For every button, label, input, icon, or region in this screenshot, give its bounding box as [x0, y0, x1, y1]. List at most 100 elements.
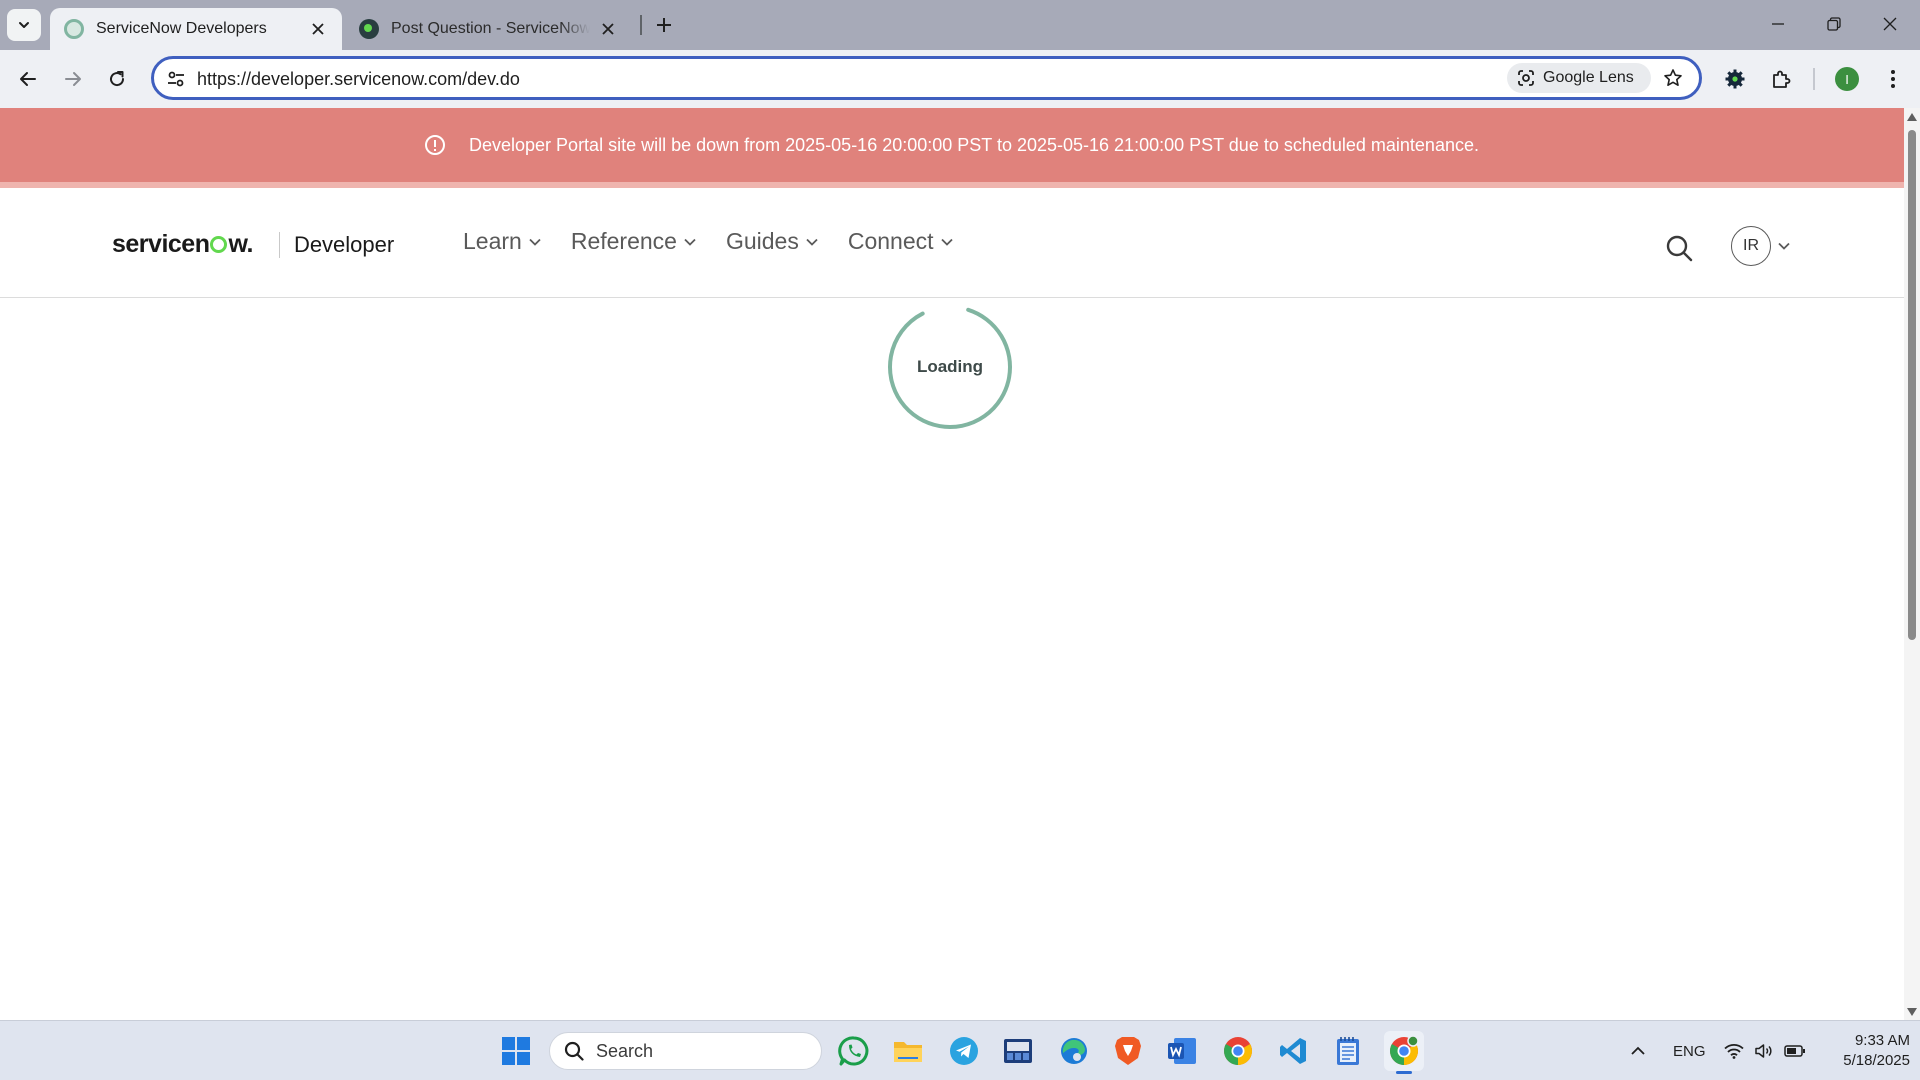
nav-item-reference[interactable]: Reference	[571, 228, 696, 255]
tab-close-button[interactable]	[308, 19, 328, 39]
plus-icon	[657, 18, 671, 32]
chevron-down-icon	[1778, 242, 1790, 250]
chevron-down-icon	[684, 238, 696, 246]
taskbar-app-chrome-profile[interactable]	[1384, 1031, 1424, 1074]
servicenow-logo[interactable]: servicen w.	[112, 230, 253, 259]
language-indicator[interactable]: ENG	[1673, 1021, 1706, 1080]
extension-button[interactable]	[1719, 63, 1751, 95]
tab-servicenow-developers[interactable]: ServiceNow Developers	[50, 8, 342, 50]
servicenow-community-favicon-icon	[359, 19, 379, 39]
page-scrollbar[interactable]	[1904, 108, 1920, 1020]
chevron-down-icon	[19, 22, 29, 28]
forward-button[interactable]	[57, 63, 89, 95]
servicenow-favicon-icon	[64, 19, 84, 39]
taskbar-app-dev-community[interactable]	[998, 1031, 1038, 1071]
star-icon	[1664, 69, 1682, 86]
show-hidden-icons-button[interactable]	[1630, 1021, 1646, 1080]
google-lens-label: Google Lens	[1543, 69, 1634, 86]
tab-separator	[640, 15, 642, 35]
taskbar-app-whatsapp[interactable]	[834, 1031, 874, 1071]
avatar: I	[1835, 67, 1859, 91]
chevron-up-icon	[1631, 1046, 1645, 1055]
reload-button[interactable]	[101, 63, 133, 95]
wifi-icon	[1724, 1044, 1744, 1059]
site-info-button[interactable]	[163, 66, 189, 92]
taskbar-search-box[interactable]: Search	[549, 1032, 822, 1070]
chrome-icon	[1390, 1035, 1419, 1065]
extensions-button[interactable]	[1765, 63, 1797, 95]
new-tab-button[interactable]	[650, 11, 678, 39]
google-lens-button[interactable]: Google Lens	[1507, 63, 1651, 93]
restore-button[interactable]	[1806, 0, 1862, 48]
tab-search-button[interactable]	[7, 9, 41, 41]
toolbar-separator	[1813, 68, 1815, 90]
url-text[interactable]: https://developer.servicenow.com/dev.do	[197, 69, 520, 90]
puzzle-icon	[1773, 70, 1791, 88]
avatar[interactable]: IR	[1731, 226, 1771, 266]
site-search-button[interactable]	[1663, 232, 1695, 264]
address-bar[interactable]: https://developer.servicenow.com/dev.do …	[151, 56, 1702, 100]
arrow-left-icon	[20, 72, 36, 86]
nav-item-guides[interactable]: Guides	[726, 228, 818, 255]
back-button[interactable]	[12, 63, 44, 95]
taskbar-app-word[interactable]	[1162, 1031, 1202, 1071]
word-icon	[1168, 1038, 1196, 1064]
taskbar-app-vscode[interactable]	[1273, 1031, 1313, 1071]
loading-text: Loading	[916, 357, 984, 376]
taskbar-app-telegram[interactable]	[944, 1031, 984, 1071]
browser-menu-button[interactable]	[1877, 63, 1909, 95]
taskbar-search-placeholder: Search	[596, 1040, 654, 1061]
scroll-up-icon[interactable]	[1907, 113, 1917, 121]
close-icon	[1883, 17, 1897, 31]
taskbar-app-file-explorer[interactable]	[888, 1031, 928, 1071]
logo-o-icon	[210, 236, 228, 253]
close-window-button[interactable]	[1862, 0, 1918, 48]
taskbar-app-brave[interactable]	[1108, 1031, 1148, 1071]
search-icon	[564, 1041, 584, 1061]
dev-app-icon	[1004, 1039, 1032, 1063]
chevron-down-icon	[529, 238, 541, 246]
battery-status[interactable]	[1784, 1021, 1806, 1080]
gear-extension-icon	[1725, 69, 1745, 89]
start-button[interactable]	[496, 1031, 536, 1071]
taskbar-clock[interactable]: 9:33 AM 5/18/2025	[1810, 1031, 1910, 1071]
tab-post-question[interactable]: Post Question - ServiceNow Community	[345, 8, 632, 50]
profile-button[interactable]: I	[1831, 63, 1863, 95]
browser-toolbar: https://developer.servicenow.com/dev.do …	[0, 50, 1920, 108]
bookmark-button[interactable]	[1659, 64, 1687, 92]
google-lens-icon	[1518, 70, 1534, 86]
clock-time: 9:33 AM	[1854, 1032, 1910, 1049]
brand[interactable]: servicen w. Developer	[112, 230, 394, 259]
telegram-icon	[950, 1037, 978, 1065]
nav-item-learn[interactable]: Learn	[463, 228, 541, 255]
main-nav: Learn Reference Guides Connect	[463, 228, 983, 255]
user-menu[interactable]: IR	[1731, 226, 1790, 266]
nav-item-connect[interactable]: Connect	[848, 228, 953, 255]
brand-section-title[interactable]: Developer	[294, 232, 394, 258]
scroll-down-icon[interactable]	[1907, 1008, 1917, 1016]
taskbar-app-notepad[interactable]	[1328, 1031, 1368, 1071]
battery-icon	[1784, 1045, 1805, 1057]
notepad-icon	[1337, 1037, 1359, 1065]
close-icon	[602, 23, 614, 35]
minimize-button[interactable]	[1750, 0, 1806, 48]
brave-lion-icon	[1115, 1037, 1141, 1065]
restore-icon	[1827, 17, 1841, 31]
site-header: servicen w. Developer Learn Reference Gui…	[0, 194, 1904, 298]
info-icon	[425, 135, 445, 155]
network-status[interactable]	[1724, 1021, 1744, 1080]
scroll-thumb[interactable]	[1908, 130, 1916, 640]
tab-title: Post Question - ServiceNow Community	[391, 20, 590, 37]
close-icon	[312, 23, 324, 35]
vscode-icon	[1280, 1038, 1306, 1064]
page-viewport: Developer Portal site will be down from …	[0, 108, 1904, 1020]
taskbar-app-chrome[interactable]	[1218, 1031, 1258, 1071]
maintenance-banner: Developer Portal site will be down from …	[0, 108, 1904, 188]
brand-divider	[278, 231, 280, 258]
taskbar-app-edge[interactable]	[1054, 1031, 1094, 1071]
tune-icon	[168, 71, 184, 87]
banner-message: Developer Portal site will be down from …	[469, 134, 1479, 155]
tab-close-button[interactable]	[598, 19, 618, 39]
windows-logo-icon	[502, 1037, 530, 1065]
volume-control[interactable]	[1754, 1021, 1774, 1080]
